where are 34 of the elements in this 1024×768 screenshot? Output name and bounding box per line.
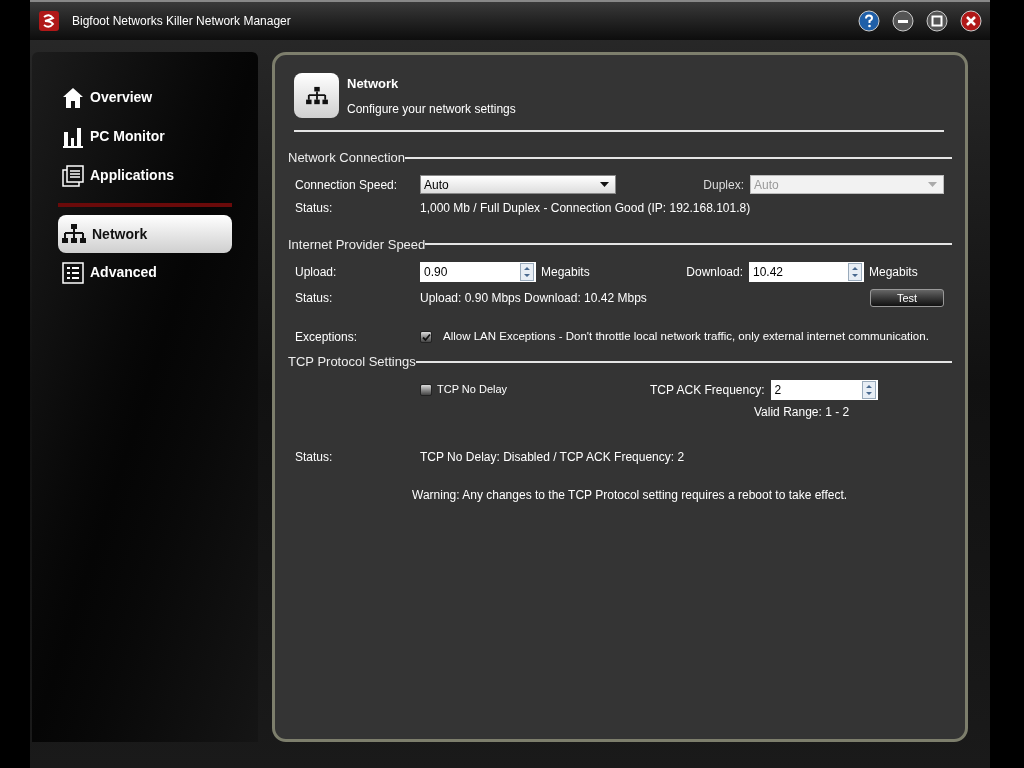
field-label: Status: [295, 290, 334, 307]
sidebar-item[interactable]: PC Monitor [58, 117, 232, 156]
status-text: Upload: 0.90 Mbps Download: 10.42 Mbps [420, 290, 648, 307]
section-heading: Internet Provider Speed [288, 235, 426, 254]
sidebar-item[interactable]: Advanced [58, 253, 232, 292]
checkbox-label: TCP No Delay [437, 382, 509, 398]
page-subtitle: Configure your network settings [347, 100, 516, 118]
unit-label: Megabits [541, 264, 590, 281]
section-heading: TCP Protocol Settings [288, 353, 416, 371]
status-text: 1,000 Mb / Full Duplex - Connection Good (IP: 192.168.101.8) [420, 199, 751, 217]
page-title: Network [347, 75, 400, 93]
test-button[interactable]: Test [870, 289, 944, 307]
number-field[interactable]: 10.42 [749, 262, 864, 282]
section-heading: Network Connection [288, 149, 406, 167]
range-hint: Valid Range: 1 - 2 [754, 403, 850, 421]
field-label: Duplex: [703, 176, 744, 194]
field-label: Status: [295, 199, 334, 217]
field-label: TCP ACK Frequency: [650, 381, 765, 399]
field-label: Upload: [295, 264, 338, 281]
sidebar-item[interactable]: Network [58, 215, 232, 253]
dropdown[interactable]: Auto [420, 175, 616, 194]
sidebar-item[interactable]: Overview [58, 78, 232, 117]
field-label: Status: [295, 448, 334, 466]
warning-text: Warning: Any changes to the TCP Protocol setting requires a reboot to take effect. [412, 486, 848, 504]
field-label: Exceptions: [295, 329, 359, 346]
number-field[interactable]: 2 [770, 379, 878, 400]
number-field[interactable]: 0.90 [420, 262, 536, 282]
field-label: Download: [686, 264, 743, 281]
window-title: Bigfoot Networks Killer Network Manager [72, 13, 292, 30]
sidebar-item[interactable]: Applications [58, 156, 232, 195]
unit-label: Megabits [869, 264, 919, 281]
status-text: TCP No Delay: Disabled / TCP ACK Frequency: 2 [420, 448, 685, 466]
field-label: Connection Speed: [295, 176, 399, 194]
checkbox-label: Allow LAN Exceptions - Don't throttle local network traffic, only external internet communication. [443, 329, 929, 345]
